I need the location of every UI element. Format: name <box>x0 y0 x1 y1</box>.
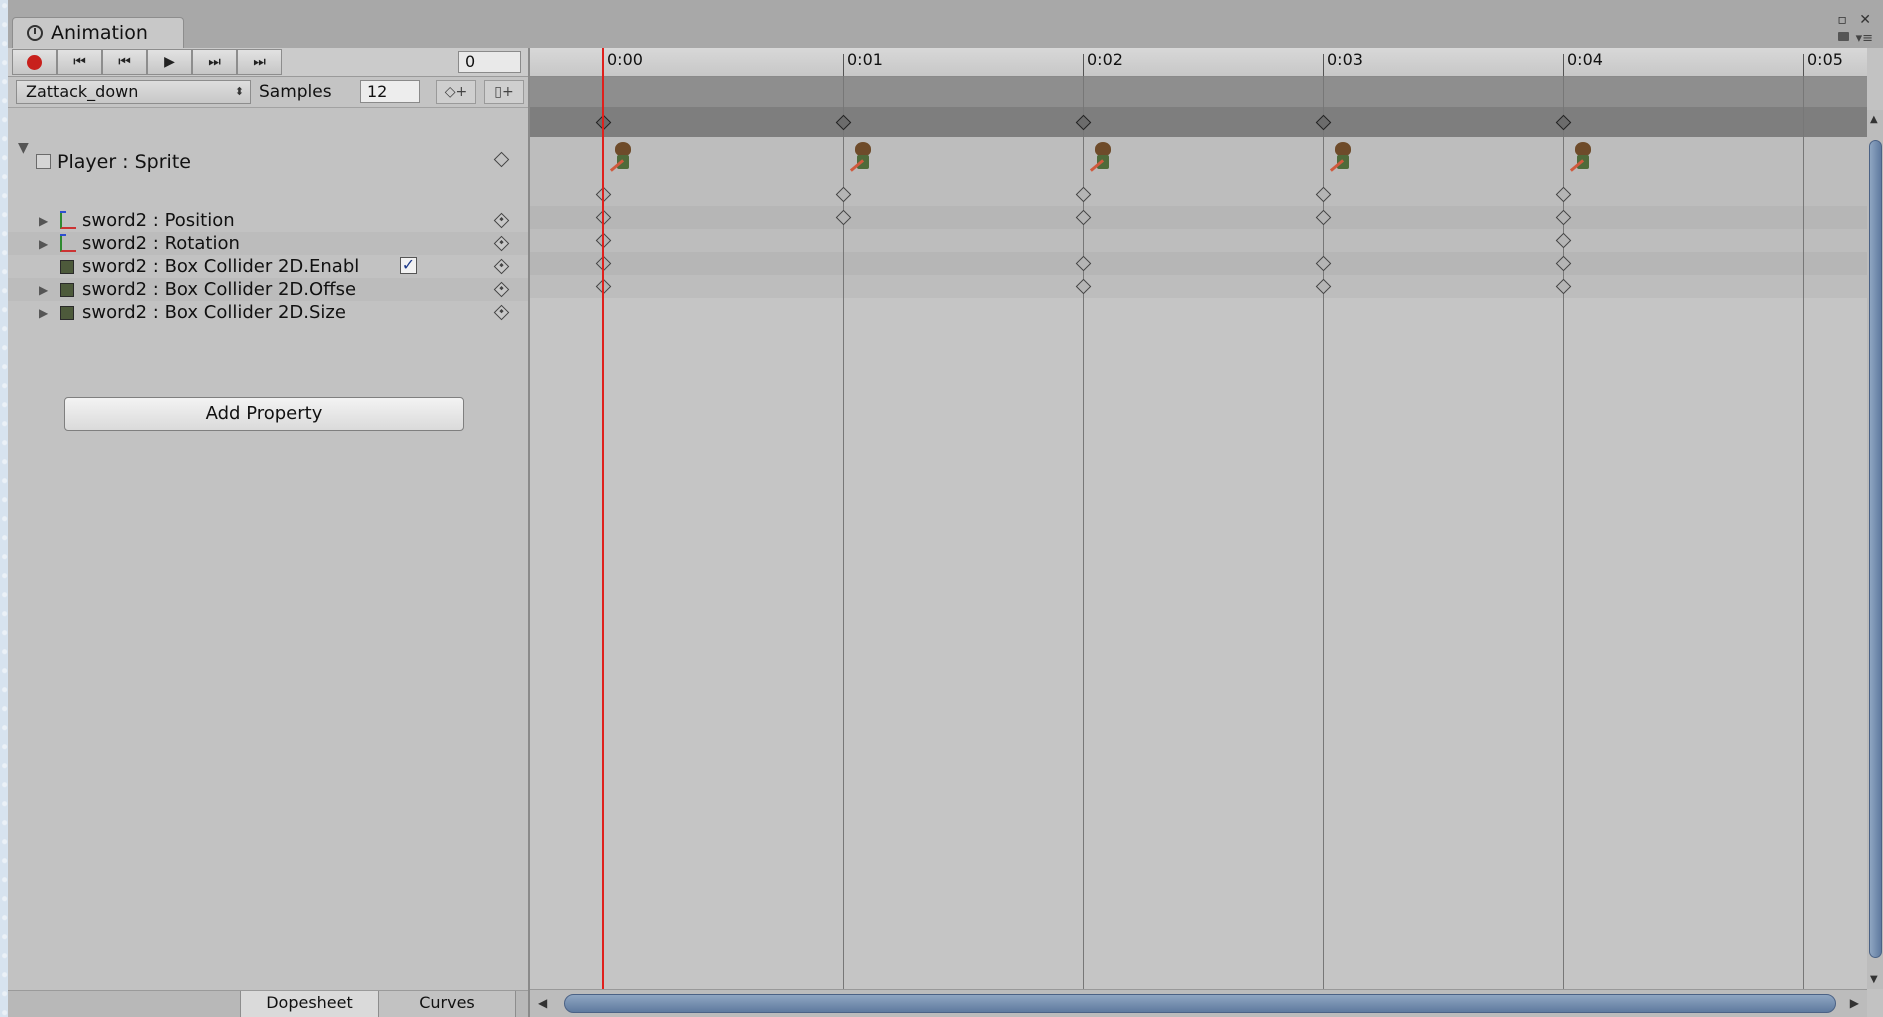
window-controls[interactable]: ▫ ✕ <box>1837 12 1875 28</box>
animation-window: Animation ▫ ✕ ▾≡ ⏮ ⏮ ▶ ⏭ ⏭ 0 Zattack_dow… <box>8 0 1883 1017</box>
foldout-arrow-icon[interactable]: ▼ <box>18 140 29 156</box>
enabled-track[interactable] <box>530 229 1867 252</box>
property-row-enabled[interactable]: sword2 : Box Collider 2D.Enabl ✓ <box>8 255 528 278</box>
time-ruler[interactable]: 0:00 0:01 0:02 0:03 0:04 0:05 <box>530 48 1867 77</box>
sprite-keyframe-thumbnail[interactable] <box>609 140 639 180</box>
clock-icon <box>27 25 43 41</box>
event-track[interactable] <box>530 77 1867 107</box>
position-track[interactable] <box>530 183 1867 206</box>
playhead[interactable] <box>602 48 604 989</box>
property-row-size[interactable]: ▶ sword2 : Box Collider 2D.Size <box>8 301 528 324</box>
clip-toolbar: Zattack_down ⬍ Samples 12 ◇+ ▯+ <box>8 77 528 108</box>
sprite-keyframe-thumbnail[interactable] <box>849 140 879 180</box>
record-button[interactable] <box>12 49 57 75</box>
foldout-arrow-icon[interactable]: ▶ <box>39 214 48 228</box>
keyframe-button-icon[interactable] <box>493 235 510 252</box>
property-row-player-sprite[interactable]: ▼ Player : Sprite <box>8 140 528 186</box>
property-row-rotation[interactable]: ▶ sword2 : Rotation <box>8 232 528 255</box>
tab-dopesheet[interactable]: Dopesheet <box>240 991 378 1017</box>
transform-axes-icon <box>60 210 76 229</box>
sprite-renderer-icon <box>36 154 51 169</box>
box-collider-icon <box>60 259 74 274</box>
foldout-arrow-icon[interactable]: ▶ <box>39 237 48 251</box>
offset-track[interactable] <box>530 252 1867 275</box>
view-mode-tabs: Dopesheet Curves <box>8 990 528 1017</box>
sprite-keyframe-thumbnail[interactable] <box>1089 140 1119 180</box>
tab-animation[interactable]: Animation <box>12 17 184 48</box>
lock-icon[interactable] <box>1838 32 1849 41</box>
samples-label: Samples <box>259 82 332 102</box>
prev-frame-button[interactable]: ⏮ <box>102 49 147 75</box>
second-gridline <box>1803 76 1804 989</box>
rotation-track[interactable] <box>530 206 1867 229</box>
sprite-track[interactable] <box>530 137 1867 183</box>
scroll-right-icon[interactable]: ▶ <box>1850 996 1859 1010</box>
playback-toolbar: ⏮ ⏮ ▶ ⏭ ⏭ 0 <box>8 48 528 77</box>
property-label: Player : Sprite <box>57 151 191 173</box>
keyframe-button-icon[interactable] <box>493 281 510 298</box>
play-button[interactable]: ▶ <box>147 49 192 75</box>
window-menu-icon[interactable]: ▾≡ <box>1856 31 1873 46</box>
property-row-position[interactable]: ▶ sword2 : Position <box>8 209 528 232</box>
keyframe-button-icon[interactable] <box>493 258 510 275</box>
ruler-time-label: 0:04 <box>1567 50 1603 69</box>
samples-field[interactable]: 12 <box>360 80 420 103</box>
add-property-button[interactable]: Add Property <box>64 397 464 431</box>
vertical-scrollbar[interactable]: ▲ ▼ <box>1867 110 1883 989</box>
tab-title: Animation <box>51 22 148 44</box>
ruler-time-label: 0:00 <box>607 50 643 69</box>
ruler-tick <box>843 54 844 76</box>
property-panel: ⏮ ⏮ ▶ ⏭ ⏭ 0 Zattack_down ⬍ Samples 12 ◇+… <box>8 48 530 1017</box>
horizontal-scrollbar[interactable]: ◀ ▶ <box>530 989 1867 1017</box>
summary-track[interactable] <box>530 107 1867 137</box>
property-label: sword2 : Box Collider 2D.Offse <box>82 279 357 300</box>
scroll-down-icon[interactable]: ▼ <box>1870 974 1878 985</box>
box-collider-icon <box>60 282 74 297</box>
sprite-keyframe-thumbnail[interactable] <box>1329 140 1359 180</box>
add-keyframe-button[interactable]: ◇+ <box>436 80 476 104</box>
sprite-keyframe-thumbnail[interactable] <box>1569 140 1599 180</box>
keyframe-button-icon[interactable] <box>493 212 510 229</box>
tab-curves[interactable]: Curves <box>378 991 516 1017</box>
size-track[interactable] <box>530 275 1867 298</box>
scroll-up-icon[interactable]: ▲ <box>1870 114 1878 125</box>
add-event-button[interactable]: ▯+ <box>484 80 524 104</box>
keyframe-button-icon[interactable] <box>493 304 510 321</box>
ruler-time-label: 0:03 <box>1327 50 1363 69</box>
foldout-arrow-icon[interactable]: ▶ <box>39 306 48 320</box>
ruler-tick <box>1083 54 1084 76</box>
foldout-arrow-icon[interactable]: ▶ <box>39 283 48 297</box>
box-collider-icon <box>60 305 74 320</box>
clip-name: Zattack_down <box>26 82 139 101</box>
enabled-checkbox[interactable]: ✓ <box>400 257 417 274</box>
property-label: sword2 : Rotation <box>82 233 240 254</box>
vertical-scroll-thumb[interactable] <box>1869 140 1882 958</box>
clip-dropdown[interactable]: Zattack_down ⬍ <box>16 80 251 104</box>
scroll-left-icon[interactable]: ◀ <box>538 996 547 1010</box>
ruler-tick <box>1323 54 1324 76</box>
ruler-tick <box>1563 54 1564 76</box>
dopesheet-timeline[interactable]: 0:00 0:01 0:02 0:03 0:04 0:05 <box>530 48 1867 989</box>
ruler-time-label: 0:02 <box>1087 50 1123 69</box>
frame-field[interactable]: 0 <box>458 51 521 73</box>
property-label: sword2 : Box Collider 2D.Size <box>82 302 346 323</box>
first-frame-button[interactable]: ⏮ <box>57 49 102 75</box>
next-frame-button[interactable]: ⏭ <box>192 49 237 75</box>
property-row-offset[interactable]: ▶ sword2 : Box Collider 2D.Offse <box>8 278 528 301</box>
keyframe-button-icon[interactable] <box>493 151 510 168</box>
ruler-time-label: 0:01 <box>847 50 883 69</box>
record-icon <box>27 54 42 70</box>
transform-axes-icon <box>60 233 76 252</box>
dropdown-arrow-icon: ⬍ <box>234 85 244 98</box>
property-label: sword2 : Box Collider 2D.Enabl <box>82 256 360 277</box>
property-label: sword2 : Position <box>82 210 235 231</box>
horizontal-scroll-thumb[interactable] <box>564 994 1836 1013</box>
last-frame-button[interactable]: ⏭ <box>237 49 282 75</box>
ruler-tick <box>1803 54 1804 76</box>
window-title-bar: Animation ▫ ✕ ▾≡ <box>8 0 1883 48</box>
ruler-time-label: 0:05 <box>1807 50 1843 69</box>
